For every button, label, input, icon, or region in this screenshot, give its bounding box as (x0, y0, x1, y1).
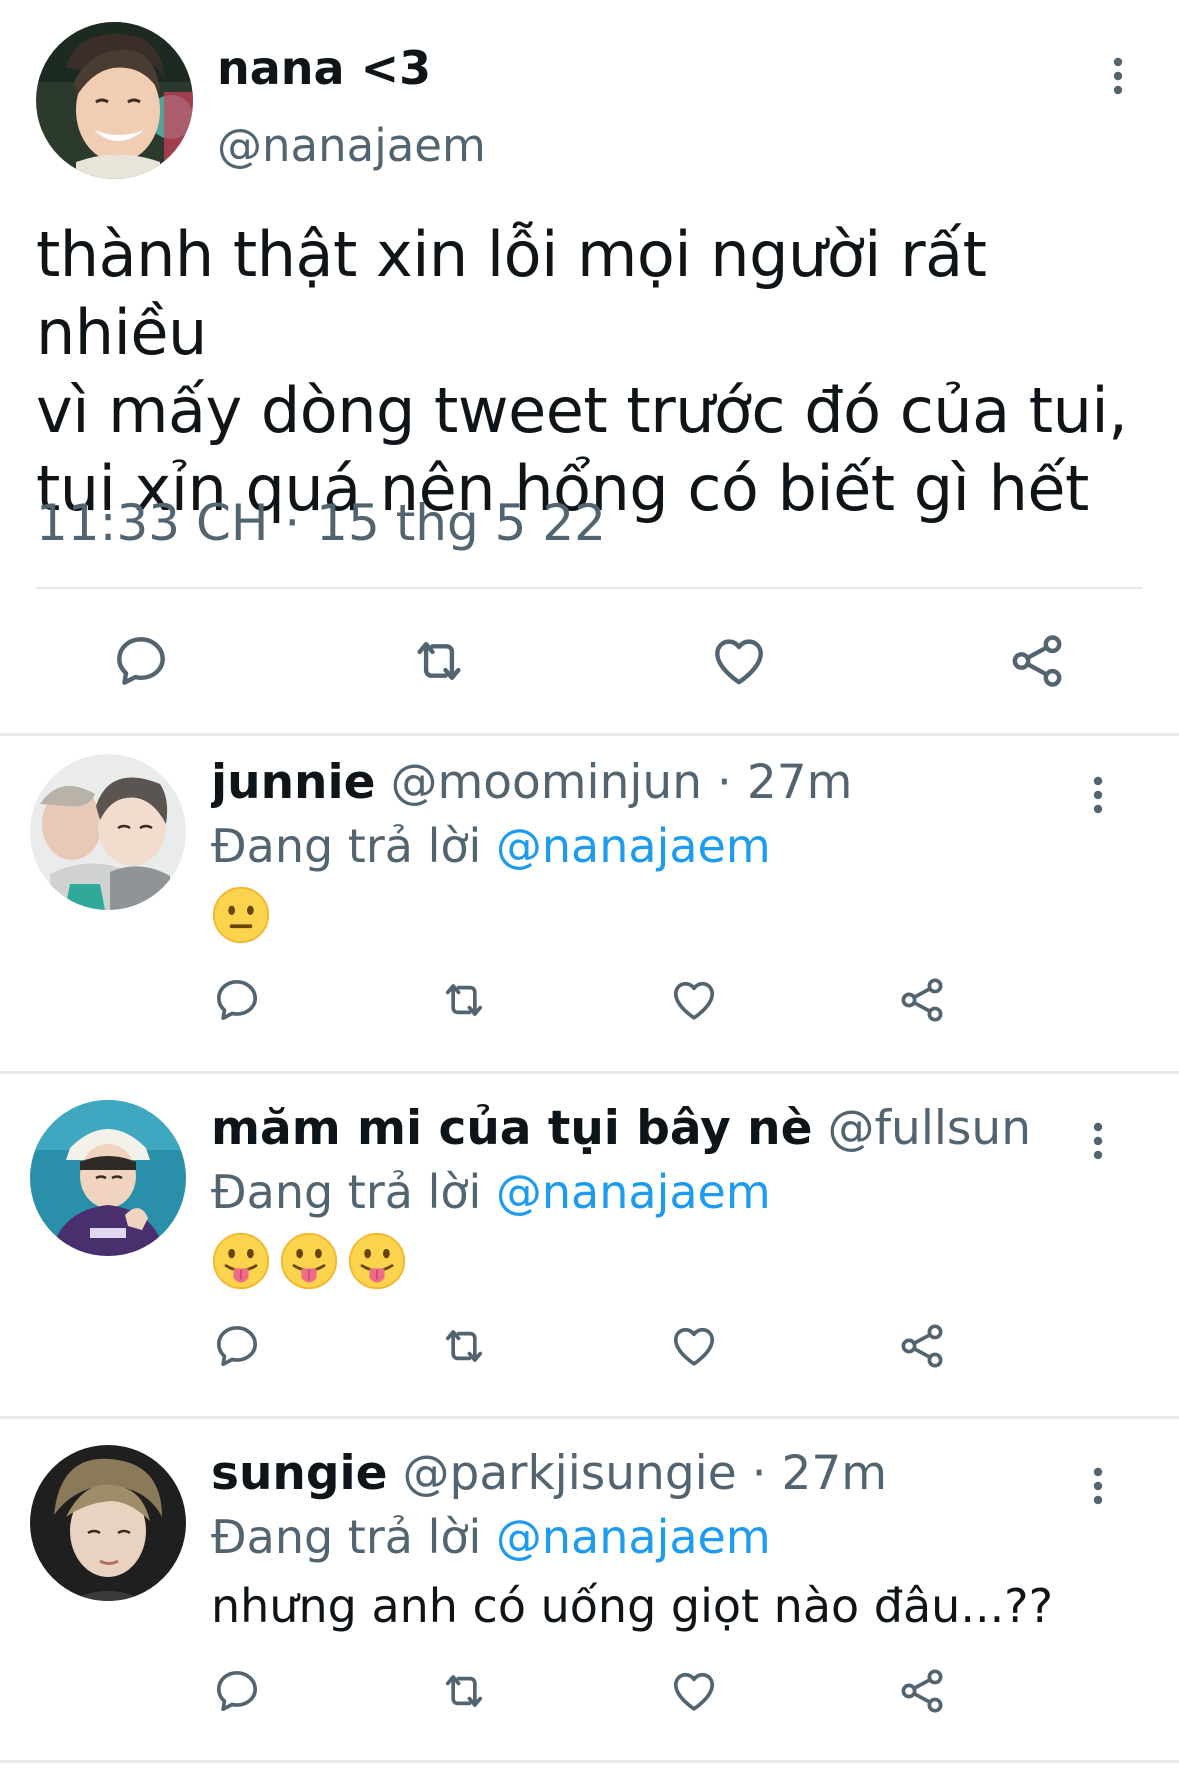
divider (36, 587, 1143, 589)
divider (0, 733, 1179, 736)
avatar[interactable] (30, 1100, 186, 1256)
reply-header: măm mi của tụi bây nè @fullsun · … (211, 1099, 1031, 1159)
like-icon[interactable] (668, 1665, 720, 1717)
reply-icon[interactable] (110, 630, 172, 692)
avatar[interactable] (30, 1445, 186, 1601)
retweet-icon[interactable] (438, 1665, 490, 1717)
share-icon[interactable] (896, 974, 948, 1026)
more-vertical-icon[interactable] (1078, 1111, 1118, 1171)
tongue-face-emoji (347, 1231, 407, 1305)
tweet-text: thành thật xin lỗi mọi người rất nhiều v… (36, 218, 1128, 525)
reply-icon[interactable] (211, 1665, 263, 1717)
reply-text: nhưng anh có uống giọt nào đâu...?? (211, 1579, 1054, 1633)
reply-header: junnie @moominjun · 27m (211, 753, 1031, 813)
like-icon[interactable] (668, 1320, 720, 1372)
mention-link[interactable]: @nanajaem (496, 819, 771, 873)
like-icon[interactable] (708, 630, 770, 692)
replying-to: Đang trả lời @nanajaem (211, 1507, 771, 1567)
reply-header: sungie @parkjisungie · 27m (211, 1444, 1031, 1504)
replying-label: Đang trả lời (211, 819, 482, 873)
replying-to: Đang trả lời @nanajaem (211, 816, 771, 876)
author-name[interactable]: măm mi của tụi bây nè (211, 1101, 813, 1156)
main-tweet: nana <3 @nanajaem thành thật xin lỗi mọi… (0, 0, 1179, 734)
retweet-icon[interactable] (438, 974, 490, 1026)
author-meta[interactable]: @moominjun · 27m (390, 755, 852, 810)
author-name[interactable]: sungie (211, 1446, 388, 1501)
author-name[interactable]: junnie (211, 755, 375, 810)
replying-label: Đang trả lời (211, 1510, 482, 1564)
more-vertical-icon[interactable] (1078, 1456, 1118, 1516)
author-handle[interactable]: @nanajaem (217, 118, 486, 174)
reply-tweet[interactable]: măm mi của tụi bây nè @fullsun · … Đang … (0, 1083, 1179, 1423)
retweet-icon[interactable] (438, 1320, 490, 1372)
author-meta[interactable]: @fullsun · … (827, 1101, 1031, 1156)
divider (0, 1071, 1179, 1074)
more-vertical-icon[interactable] (1078, 765, 1118, 825)
share-icon[interactable] (896, 1320, 948, 1372)
avatar[interactable] (30, 754, 186, 910)
reply-tweet[interactable]: junnie @moominjun · 27m Đang trả lời @na… (0, 737, 1179, 1077)
author-name[interactable]: nana <3 (217, 40, 431, 96)
reply-icon[interactable] (211, 974, 263, 1026)
tongue-face-emoji (279, 1231, 339, 1305)
tweet-timestamp[interactable]: 11:33 CH · 15 thg 5 22 (36, 488, 606, 558)
reply-text (211, 1231, 415, 1305)
avatar[interactable] (36, 22, 193, 179)
like-icon[interactable] (668, 974, 720, 1026)
replying-to: Đang trả lời @nanajaem (211, 1162, 771, 1222)
share-icon[interactable] (896, 1665, 948, 1717)
mention-link[interactable]: @nanajaem (496, 1165, 771, 1219)
share-icon[interactable] (1006, 630, 1068, 692)
divider (0, 1416, 1179, 1419)
divider (0, 1760, 1179, 1763)
tongue-face-emoji (211, 1231, 271, 1305)
reply-icon[interactable] (211, 1320, 263, 1372)
reply-text (211, 885, 279, 959)
replying-label: Đang trả lời (211, 1165, 482, 1219)
retweet-icon[interactable] (408, 630, 470, 692)
mention-link[interactable]: @nanajaem (496, 1510, 771, 1564)
neutral-face-emoji (211, 885, 271, 959)
reply-tweet[interactable]: sungie @parkjisungie · 27m Đang trả lời … (0, 1428, 1179, 1768)
more-vertical-icon[interactable] (1098, 46, 1138, 106)
author-meta[interactable]: @parkjisungie · 27m (402, 1446, 887, 1501)
